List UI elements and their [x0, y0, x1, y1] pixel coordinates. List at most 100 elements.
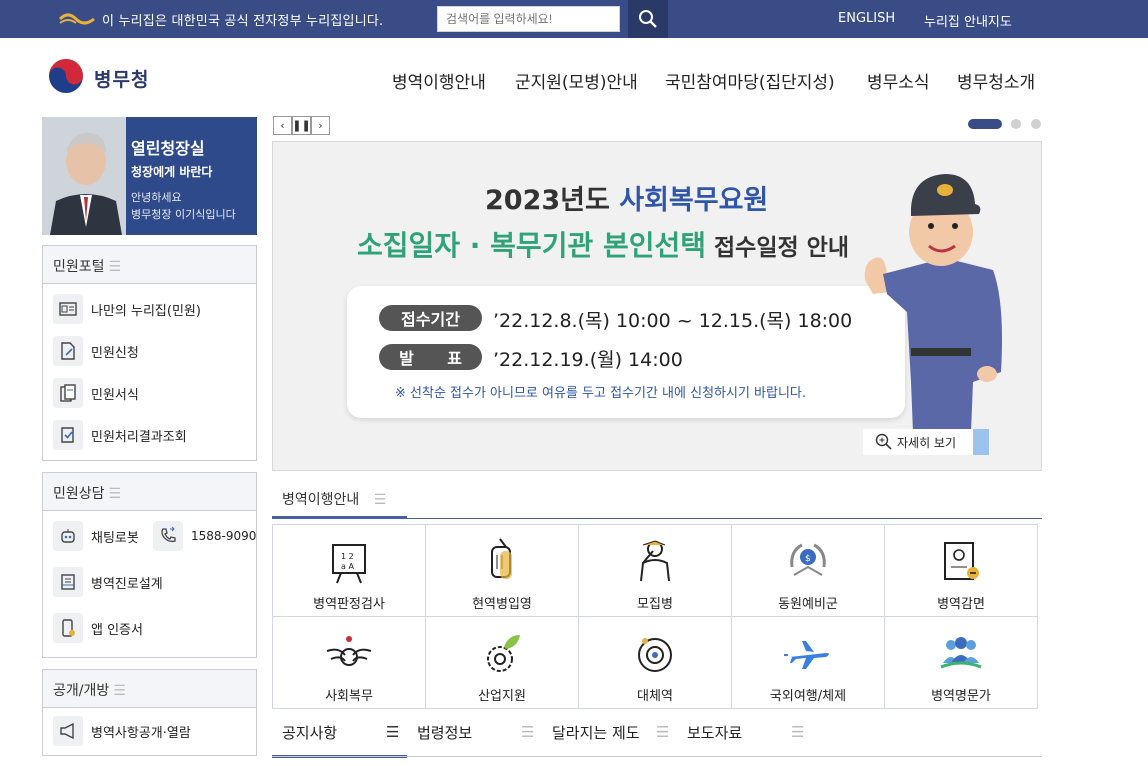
commissioner-box[interactable]: 열린청장실 청장에게 바란다 안녕하세요 병무청장 이기식입니다	[42, 117, 257, 235]
commissioner-subtitle: 청장에게 바란다	[131, 165, 213, 179]
open-item-disclosure[interactable]: 병역사항공개·열람	[53, 716, 191, 746]
megaphone-icon	[53, 716, 83, 746]
portal-item-result[interactable]: 민원처리결과조회	[53, 420, 187, 450]
period-label-pill: 접수기간	[379, 305, 482, 331]
nav-service-guide[interactable]: 병역이행안내	[392, 68, 486, 93]
banner-subtitle: 소집일자 · 복무기관 본인선택 접수일정 안내	[357, 224, 849, 264]
period-text: ’22.12.8.(목) 10:00 ~ 12.15.(목) 18:00	[493, 310, 853, 332]
banner-dot-active[interactable]	[968, 119, 1002, 129]
tab-label: 법령정보	[417, 724, 473, 742]
portal-item-forms[interactable]: 민원서식	[53, 378, 139, 408]
sitemap-link[interactable]: 누리집 안내지도	[924, 11, 1012, 30]
career-design-link[interactable]: 병역진로설계	[53, 567, 163, 597]
nav-recruit[interactable]: 군지원(모병)안내	[515, 68, 638, 93]
service-social[interactable]: 사회복무	[273, 617, 426, 709]
banner-subtitle-dark: 접수일정 안내	[706, 235, 849, 261]
service-label: 산업지원	[478, 689, 526, 704]
site-logo-text[interactable]: 병무청	[94, 65, 149, 92]
service-exemption[interactable]: 병역감면	[885, 525, 1038, 617]
phone-link[interactable]: 1588-9090	[153, 521, 256, 551]
phone-number: 1588-9090	[191, 529, 257, 543]
english-link[interactable]: ENGLISH	[838, 11, 895, 26]
nav-about[interactable]: 병무청소개	[957, 68, 1035, 93]
service-label: 동원예비군	[778, 597, 838, 612]
taegeuk-logo-icon[interactable]	[48, 58, 84, 94]
pause-icon: ❚❚	[292, 119, 311, 132]
salute-soldier-icon	[640, 540, 670, 582]
greeting-line-1: 안녕하세요	[131, 191, 182, 204]
app-cert-link[interactable]: 앱 인증서	[53, 613, 143, 643]
robot-icon	[53, 521, 83, 551]
service-alternative[interactable]: 대체역	[579, 617, 732, 709]
gov-topbar: 이 누리집은 대한민국 공식 전자정부 누리집입니다. ENGLISH 누리집 …	[0, 0, 1148, 38]
menu-icon: ☰	[108, 259, 122, 275]
edit-document-icon	[53, 336, 83, 366]
banner-title-highlight: 사회복무요원	[619, 185, 769, 216]
nav-participation[interactable]: 국민참여마당(집단지성)	[665, 68, 835, 93]
section-divider	[272, 518, 1042, 519]
service-grid: 1 2a A 병역판정검사 현역병입영 모집병 $ 동원예비군 병역감면 사회복…	[272, 524, 1038, 709]
menu-icon: ☰	[113, 683, 126, 699]
service-honor-family[interactable]: 병역명문가	[885, 617, 1038, 709]
service-overseas[interactable]: 국외여행/체제	[732, 617, 885, 709]
banner-dot[interactable]	[1031, 119, 1041, 129]
tab-laws[interactable]: 법령정보 ☰	[407, 716, 542, 758]
menu-icon: ☰	[656, 723, 670, 741]
consult-panel: 민원상담 ☰ 채팅로봇 1588-9090 병역진로설계 앱 인증서	[42, 472, 257, 658]
search-input[interactable]	[437, 6, 620, 32]
chatbot-link[interactable]: 채팅로봇	[53, 521, 139, 551]
banner-title-prefix: 2023년도	[485, 185, 620, 216]
main-banner[interactable]: 2023년도 사회복무요원 소집일자 · 복무기관 본인선택 접수일정 안내 접…	[272, 141, 1042, 471]
service-label: 병역판정검사	[313, 597, 385, 612]
phone-icon	[153, 521, 183, 551]
more-accent-bar	[973, 429, 989, 455]
service-label: 사회복무	[325, 689, 373, 704]
banner-more-button[interactable]: 자세히 보기	[863, 429, 989, 455]
banner-prev-button[interactable]: ‹	[273, 116, 292, 135]
service-enlist[interactable]: 현역병입영	[426, 525, 579, 617]
service-label: 대체역	[637, 689, 673, 704]
svg-text:a A: a A	[341, 562, 354, 571]
tab-label: 달라지는 제도	[552, 724, 640, 742]
banner-dot[interactable]	[1011, 119, 1021, 129]
mobile-lock-icon	[53, 613, 83, 643]
tab-changes[interactable]: 달라지는 제도 ☰	[542, 716, 677, 758]
portal-item-apply[interactable]: 민원신청	[53, 336, 139, 366]
tab-notices[interactable]: 공지사항 ☰	[272, 716, 407, 758]
open-panel: 공개/개방 ☰ 병역사항공개·열람	[42, 669, 257, 756]
family-group-icon	[940, 637, 982, 669]
tab-label: 공지사항	[282, 724, 338, 742]
service-label: 현역병입영	[472, 597, 532, 612]
service-reserve[interactable]: $ 동원예비군	[732, 525, 885, 617]
civil-portal-panel: 민원포털 ☰ 나만의 누리집(민원) 민원신청 민원서식 민원처리결과조회	[42, 245, 257, 461]
portal-item-my-site[interactable]: 나만의 누리집(민원)	[53, 294, 201, 324]
svg-text:1 2: 1 2	[341, 552, 354, 561]
wings-emblem-icon	[326, 636, 372, 666]
service-recruit[interactable]: 모집병	[579, 525, 732, 617]
soldier-illustration	[864, 174, 1002, 432]
announce-label-pill: 발 표	[379, 344, 482, 370]
banner-next-button[interactable]: ›	[311, 116, 330, 135]
panel-title: 공개/개방	[53, 683, 110, 699]
reserve-emblem-icon: $	[790, 543, 826, 576]
service-label: 국외여행/체제	[769, 689, 847, 704]
menu-icon: ☰	[791, 723, 805, 741]
banner-note: ※ 선착순 접수가 아니므로 여유를 두고 접수기간 내에 신청하시기 바랍니다…	[395, 386, 807, 401]
panel-header[interactable]: 공개/개방 ☰	[43, 670, 256, 708]
panel-header[interactable]: 민원상담 ☰	[43, 473, 256, 511]
banner-pause-button[interactable]: ❚❚	[292, 116, 311, 135]
career-design-label: 병역진로설계	[91, 576, 163, 592]
exam-board-icon: 1 2a A	[332, 544, 366, 584]
nav-news[interactable]: 병무소식	[867, 68, 930, 93]
tab-service-guide[interactable]: 병역이행안내 ☰	[272, 484, 407, 519]
chatbot-label: 채팅로봇	[91, 530, 139, 546]
service-exam[interactable]: 1 2a A 병역판정검사	[273, 525, 426, 617]
service-industry[interactable]: 산업지원	[426, 617, 579, 709]
banner-more-label: 자세히 보기	[897, 435, 957, 450]
tab-press[interactable]: 보도자료 ☰	[677, 716, 812, 758]
panel-header[interactable]: 민원포털 ☰	[43, 246, 256, 284]
search-icon	[639, 10, 657, 28]
search-button[interactable]	[628, 0, 668, 38]
portal-item-label: 민원신청	[91, 345, 139, 361]
target-icon	[638, 638, 672, 672]
